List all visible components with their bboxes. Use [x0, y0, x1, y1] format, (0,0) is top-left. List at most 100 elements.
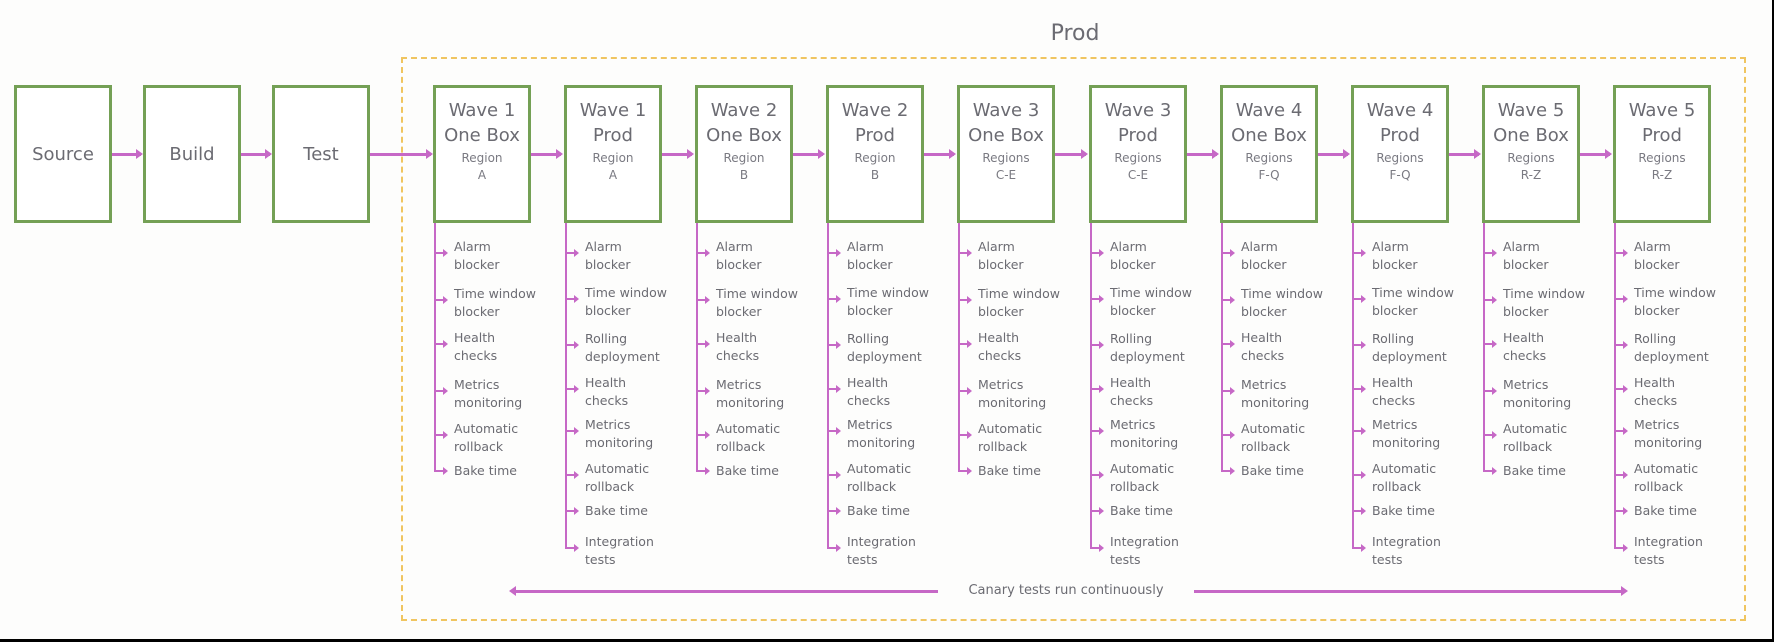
- region-value: R-Z: [1651, 168, 1673, 182]
- arrow-wave-to-next: [1055, 149, 1088, 159]
- region-value: A: [608, 168, 618, 182]
- region-value: B: [739, 168, 749, 182]
- stage-source: Source: [14, 85, 112, 223]
- deployment-step: Time window blocker: [1241, 286, 1323, 319]
- step-arrow: [827, 341, 841, 349]
- region-label: Region: [461, 151, 503, 165]
- arrow-wave-to-next: [1580, 149, 1612, 159]
- wave-number: Wave 5: [1497, 100, 1565, 121]
- canary-tests-label: Canary tests run continuously: [968, 583, 1164, 598]
- stage-label: Source: [32, 143, 94, 165]
- step-arrow: [565, 249, 579, 257]
- steps-bracket: [1090, 223, 1092, 549]
- step-arrow: [696, 467, 710, 475]
- deployment-step: Time window blocker: [847, 285, 929, 318]
- step-arrow: [1221, 467, 1235, 475]
- arrow-build-to-test: [241, 149, 272, 159]
- arrow-wave-to-next: [1318, 149, 1350, 159]
- wave-number: Wave 2: [841, 100, 909, 121]
- deployment-step: Alarm blocker: [1110, 239, 1156, 272]
- canary-arrow-left: [509, 586, 938, 596]
- step-arrow: [1090, 507, 1104, 515]
- step-arrow: [827, 471, 841, 479]
- step-arrow: [434, 249, 448, 257]
- deployment-step: Rolling deployment: [1372, 331, 1447, 364]
- stage-wave-5-prod: Wave 5 Prod Regions R-Z: [1613, 85, 1711, 223]
- stage-wave-5-one-box: Wave 5 One Box Regions R-Z: [1482, 85, 1580, 223]
- deployment-step: Health checks: [1634, 375, 1678, 408]
- step-arrow: [434, 340, 448, 348]
- stage-label: Build: [169, 143, 215, 165]
- region-label: Region: [592, 151, 634, 165]
- wave-stage-type: Prod: [1118, 125, 1158, 146]
- deployment-step: Alarm blocker: [454, 239, 500, 272]
- deployment-step: Metrics monitoring: [1110, 417, 1179, 450]
- stage-label: Test: [303, 143, 339, 165]
- step-arrow: [1352, 295, 1366, 303]
- region-value: R-Z: [1520, 168, 1542, 182]
- stage-wave-3-one-box: Wave 3 One Box Regions C-E: [957, 85, 1055, 223]
- region-value: C-E: [1127, 168, 1149, 182]
- step-arrow: [565, 295, 579, 303]
- step-arrow: [1614, 471, 1628, 479]
- deployment-step: Alarm blocker: [1503, 239, 1549, 272]
- deployment-step: Bake time: [585, 503, 648, 518]
- step-arrow: [1614, 427, 1628, 435]
- deployment-step: Time window blocker: [454, 286, 536, 319]
- step-arrow: [1221, 431, 1235, 439]
- step-arrow: [958, 249, 972, 257]
- deployment-step: Time window blocker: [1110, 285, 1192, 318]
- deployment-step: Time window blocker: [1634, 285, 1716, 318]
- deployment-step: Time window blocker: [978, 286, 1060, 319]
- deployment-step: Alarm blocker: [1372, 239, 1418, 272]
- deployment-step: Rolling deployment: [847, 331, 922, 364]
- region-label: Regions: [1376, 151, 1424, 165]
- wave-number: Wave 1: [579, 100, 647, 121]
- step-arrow: [958, 296, 972, 304]
- stage-build: Build: [143, 85, 241, 223]
- step-arrow: [1221, 249, 1235, 257]
- stage-wave-1-one-box: Wave 1 One Box Region A: [433, 85, 531, 223]
- deployment-step: Metrics monitoring: [1634, 417, 1703, 450]
- step-arrow: [1352, 341, 1366, 349]
- step-arrow: [1614, 249, 1628, 257]
- deployment-step: Metrics monitoring: [1372, 417, 1441, 450]
- step-arrow: [1483, 431, 1497, 439]
- deployment-step: Automatic rollback: [847, 461, 912, 494]
- step-arrow: [958, 340, 972, 348]
- steps-bracket: [827, 223, 829, 549]
- deployment-step: Automatic rollback: [1110, 461, 1175, 494]
- arrow-wave-to-next: [531, 149, 563, 159]
- steps-bracket: [1352, 223, 1354, 549]
- step-arrow: [565, 385, 579, 393]
- wave-stage-type: One Box: [1231, 125, 1307, 146]
- step-arrow: [1352, 507, 1366, 515]
- wave-stage-type: Prod: [593, 125, 633, 146]
- deployment-step: Bake time: [1110, 503, 1173, 518]
- deployment-step: Integration tests: [847, 534, 916, 567]
- step-arrow: [827, 544, 841, 552]
- stage-wave-2-one-box: Wave 2 One Box Region B: [695, 85, 793, 223]
- region-label: Region: [723, 151, 765, 165]
- stage-wave-4-prod: Wave 4 Prod Regions F-Q: [1351, 85, 1449, 223]
- step-arrow: [1614, 385, 1628, 393]
- step-arrow: [1614, 341, 1628, 349]
- step-arrow: [1483, 249, 1497, 257]
- region-value: F-Q: [1258, 168, 1280, 182]
- deployment-step: Automatic rollback: [1634, 461, 1699, 494]
- arrow-wave-to-next: [1449, 149, 1481, 159]
- step-arrow: [1614, 295, 1628, 303]
- deployment-step: Automatic rollback: [585, 461, 650, 494]
- deployment-step: Automatic rollback: [1372, 461, 1437, 494]
- deployment-step: Bake time: [454, 463, 517, 478]
- prod-group-title: Prod: [1050, 21, 1100, 46]
- deployment-step: Automatic rollback: [716, 421, 781, 454]
- deployment-step: Health checks: [1503, 330, 1547, 363]
- step-arrow: [1090, 341, 1104, 349]
- wave-stage-type: One Box: [1493, 125, 1569, 146]
- step-arrow: [958, 387, 972, 395]
- deployment-step: Health checks: [1241, 330, 1285, 363]
- deployment-step: Integration tests: [1110, 534, 1179, 567]
- step-arrow: [958, 467, 972, 475]
- deployment-step: Metrics monitoring: [716, 377, 785, 410]
